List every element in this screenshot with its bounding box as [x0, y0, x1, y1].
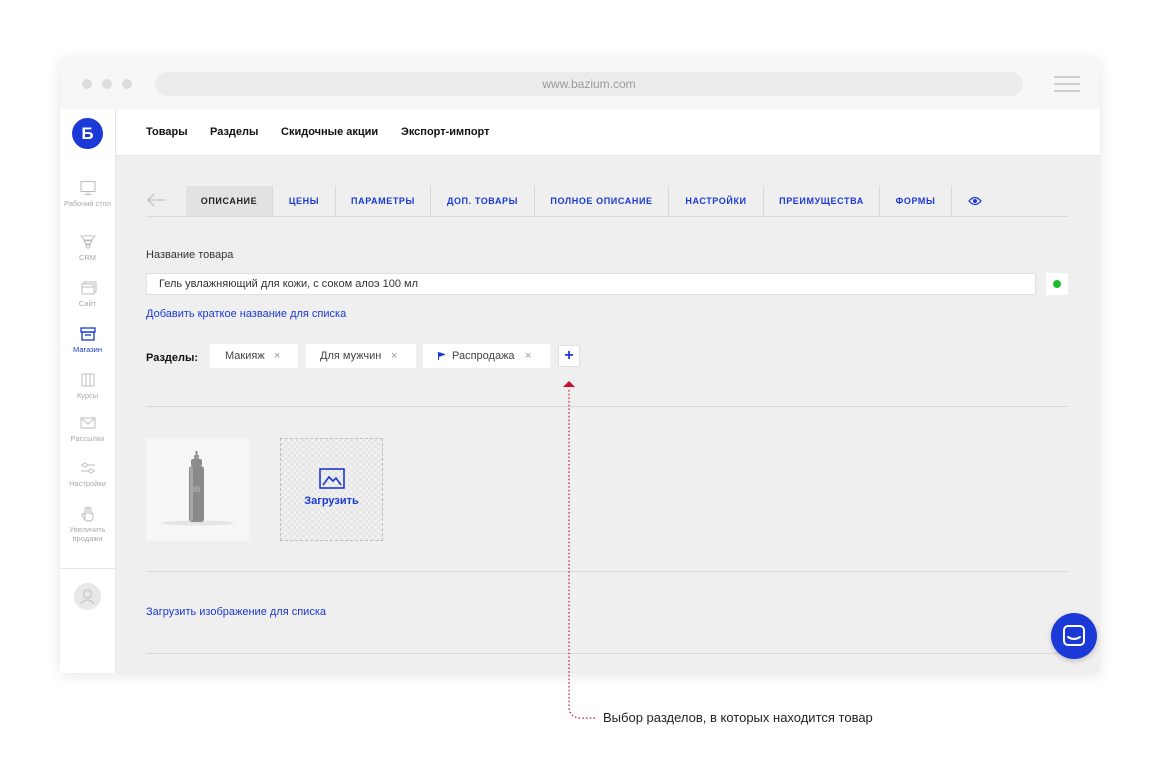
- chat-button[interactable]: [1051, 613, 1097, 659]
- chat-icon: [1063, 625, 1085, 646]
- annotation-pointer: [563, 381, 596, 719]
- annotation-text: Выбор разделов, в которых находится това…: [603, 710, 873, 725]
